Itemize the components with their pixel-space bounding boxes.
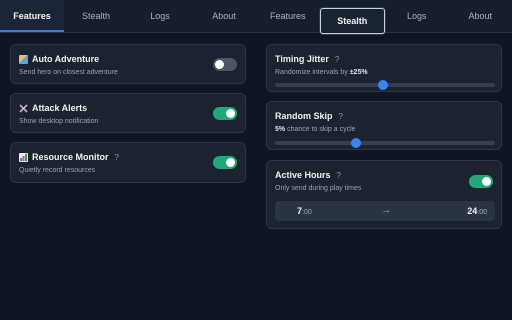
attack-alerts-card: Attack Alerts Show desktop notification (10, 93, 246, 133)
tab-stealth[interactable]: Stealth (64, 0, 128, 32)
timing-jitter-title: Timing Jitter (275, 54, 329, 64)
random-skip-slider[interactable] (275, 138, 495, 148)
timing-jitter-card: Timing Jitter ? Randomize intervals by ±… (266, 44, 502, 92)
arrow-right-icon: → (381, 205, 391, 216)
stealth-panel: Features Stealth Logs About Timing Jitte… (256, 0, 512, 320)
active-hours-card: Active Hours ? Only send during play tim… (266, 160, 502, 229)
toggle-knob (482, 177, 491, 186)
tab-features[interactable]: Features (0, 0, 64, 32)
resource-monitor-toggle[interactable] (213, 156, 237, 169)
random-skip-desc: 5% chance to skip a cycle (275, 126, 356, 133)
timing-jitter-slider[interactable] (275, 80, 495, 90)
help-icon[interactable]: ? (115, 153, 119, 162)
resource-monitor-desc: Quietly record resources (19, 167, 96, 174)
jitter-value: ±25% (349, 69, 368, 76)
tab-bar: Features Stealth Logs About (0, 0, 256, 33)
auto-adventure-card: Auto Adventure Send hero on closest adve… (10, 44, 246, 84)
help-icon[interactable]: ? (339, 112, 343, 121)
attack-alerts-toggle[interactable] (213, 107, 237, 120)
active-hours-desc: Only send during play times (275, 185, 362, 192)
resource-monitor-card: Resource Monitor ? Quietly record resour… (10, 142, 246, 183)
start-time[interactable]: 7:00 (297, 206, 312, 216)
tab-about[interactable]: About (449, 0, 512, 32)
random-skip-card: Random Skip ? 5% chance to skip a cycle (266, 101, 502, 150)
auto-adventure-title: Auto Adventure (32, 54, 100, 64)
timing-jitter-desc: Randomize intervals by ±25% (275, 69, 368, 76)
toggle-knob (226, 158, 235, 167)
help-icon[interactable]: ? (337, 171, 341, 180)
map-icon (19, 54, 28, 64)
toggle-knob (226, 109, 235, 118)
active-hours-range: 7:00 → 24:00 (275, 201, 495, 221)
active-hours-title: Active Hours (275, 170, 331, 180)
tab-logs[interactable]: Logs (385, 0, 449, 32)
skip-value: 5% (275, 126, 286, 133)
attack-alerts-title: Attack Alerts (32, 103, 88, 113)
tab-logs[interactable]: Logs (128, 0, 192, 32)
features-panel: Features Stealth Logs About Auto Adventu… (0, 0, 256, 320)
end-time[interactable]: 24:00 (467, 206, 487, 216)
help-icon[interactable]: ? (335, 55, 339, 64)
active-hours-toggle[interactable] (469, 175, 493, 188)
tab-stealth[interactable]: Stealth (319, 8, 385, 34)
bar-chart-icon (19, 152, 28, 162)
slider-thumb[interactable] (377, 80, 388, 90)
attack-alerts-desc: Show desktop notification (19, 118, 99, 125)
auto-adventure-toggle[interactable] (213, 58, 237, 71)
crossed-swords-icon (19, 104, 28, 113)
tab-about[interactable]: About (192, 0, 256, 32)
tab-bar: Features Stealth Logs About (256, 0, 512, 34)
auto-adventure-desc: Send hero on closest adventure (19, 69, 118, 76)
toggle-knob (215, 60, 224, 69)
slider-thumb[interactable] (351, 138, 362, 148)
tab-features[interactable]: Features (256, 0, 320, 32)
random-skip-title: Random Skip (275, 111, 333, 121)
resource-monitor-title: Resource Monitor (32, 152, 109, 162)
